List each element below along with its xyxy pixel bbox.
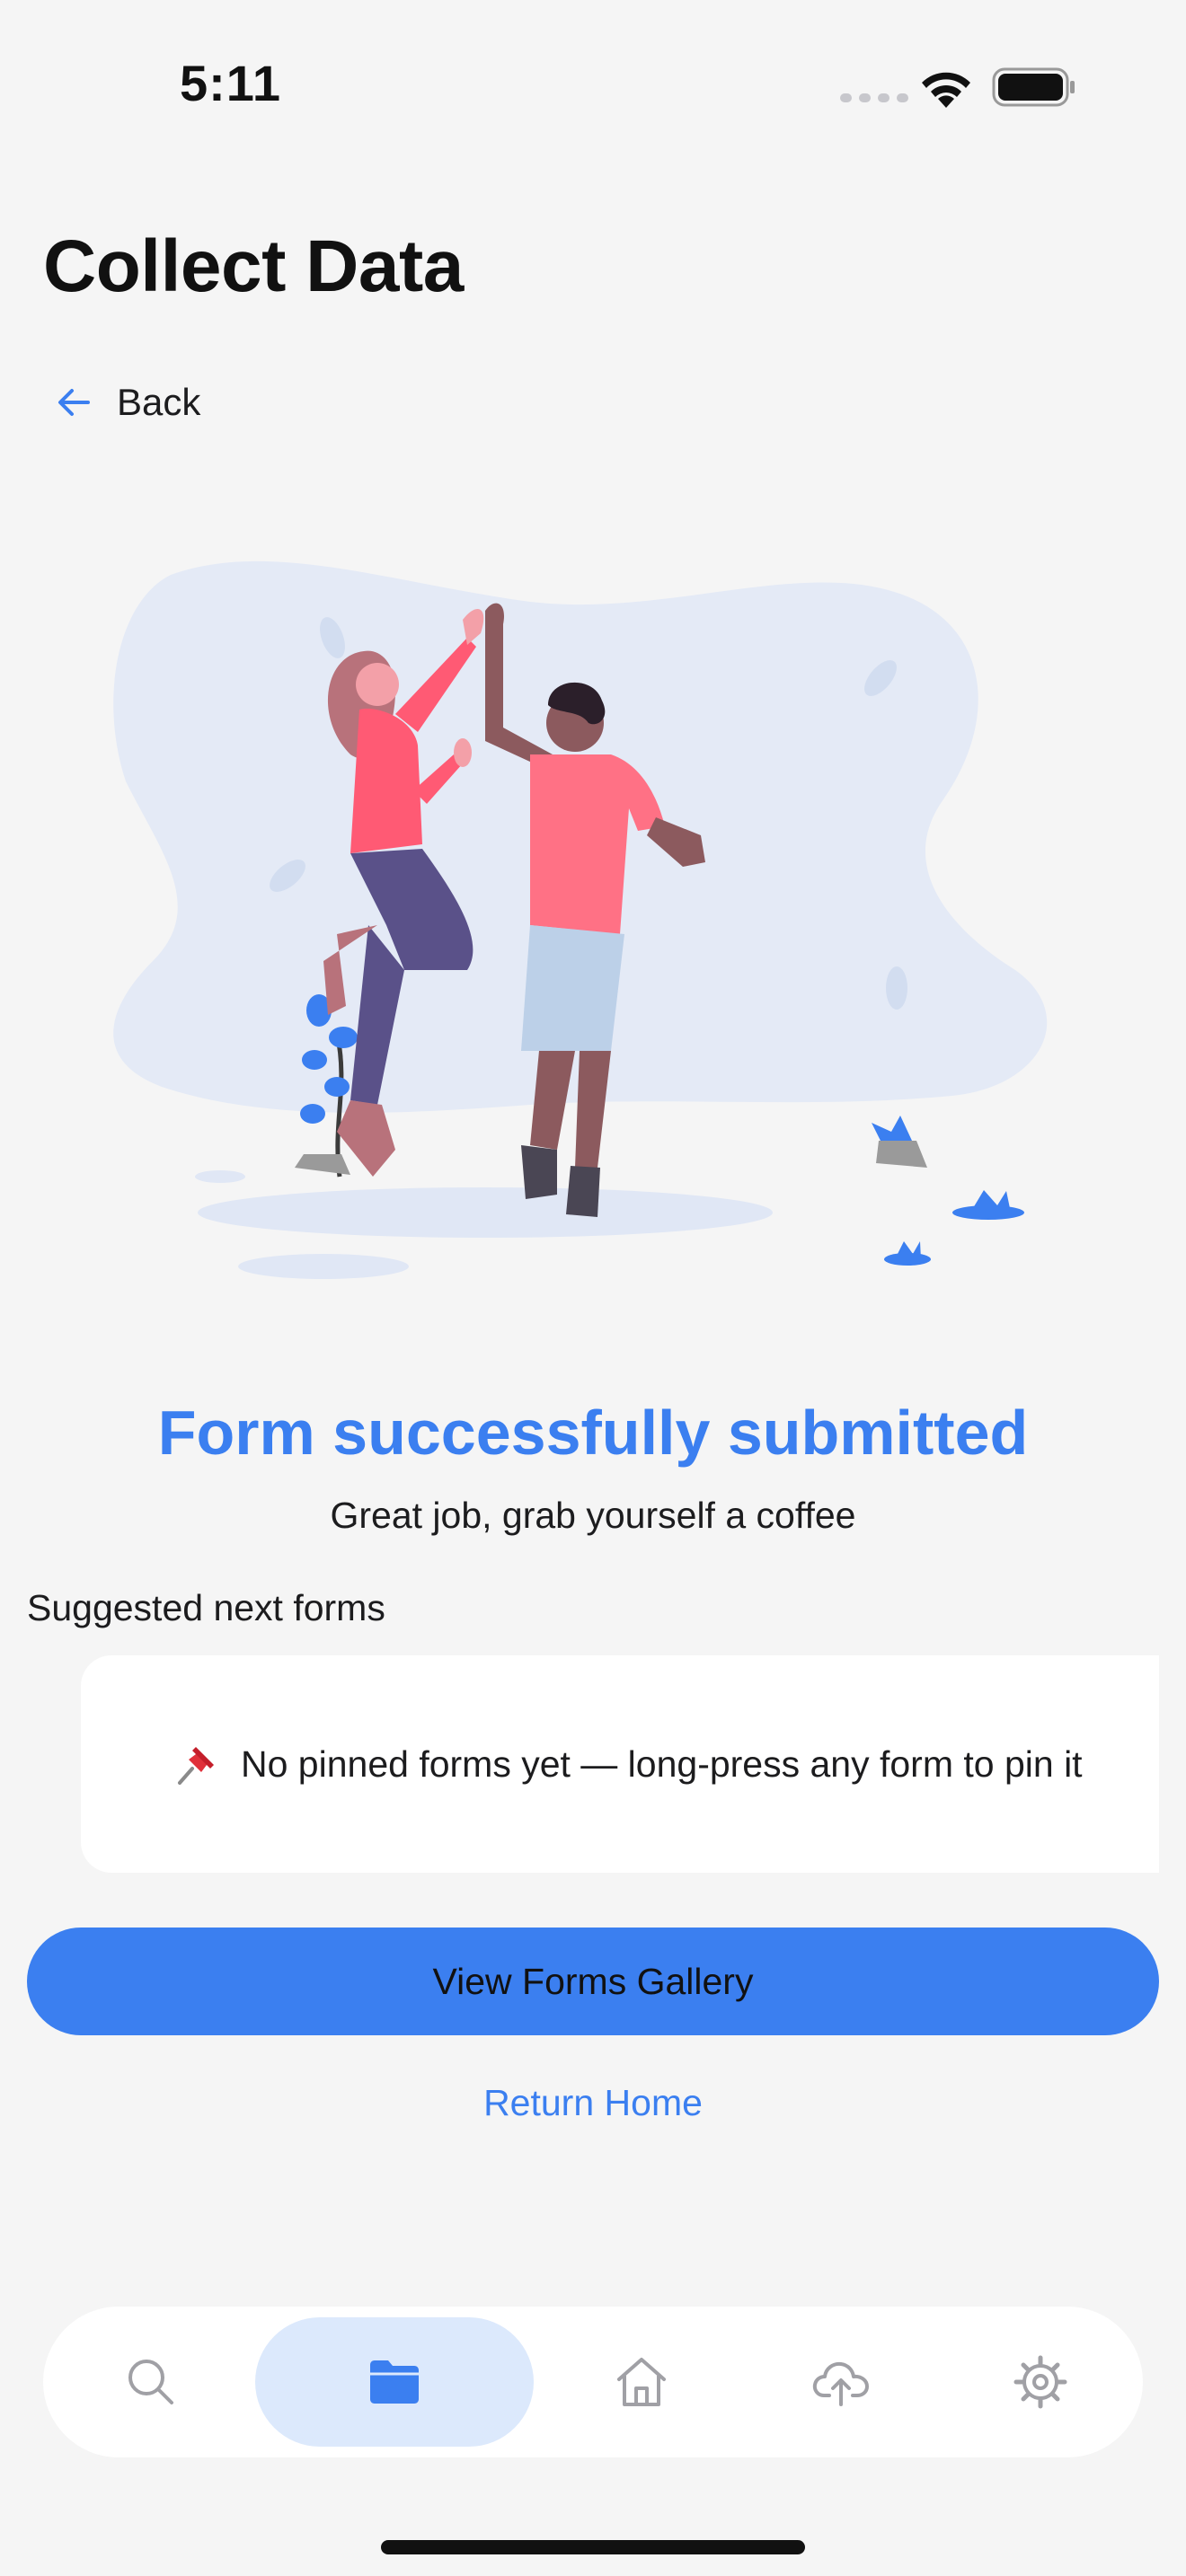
return-home-link[interactable]: Return Home (0, 2082, 1186, 2124)
pinned-forms-card[interactable]: No pinned forms yet — long-press any for… (81, 1655, 1159, 1873)
tab-settings[interactable] (951, 2317, 1130, 2447)
search-icon (128, 2360, 173, 2404)
status-bar: 5:11 (0, 0, 1186, 171)
home-indicator (381, 2540, 805, 2554)
tab-forms[interactable] (255, 2317, 534, 2447)
gear-icon (1013, 2355, 1067, 2409)
success-subtitle: Great job, grab yourself a coffee (330, 1495, 856, 1536)
back-label: Back (117, 381, 201, 423)
status-time: 5:11 (180, 55, 281, 111)
view-forms-gallery-button[interactable]: View Forms Gallery (27, 1928, 1159, 2035)
cellular-signal-icon (840, 93, 908, 102)
tab-bar (43, 2307, 1143, 2457)
tab-home[interactable] (552, 2317, 731, 2447)
high-five-illustration (113, 560, 1048, 1279)
arrow-left-icon (58, 389, 90, 416)
home-icon (617, 2358, 666, 2406)
back-button[interactable]: Back (54, 373, 200, 432)
page-title: Collect Data (43, 225, 464, 307)
wifi-icon (922, 72, 970, 108)
pinned-forms-empty-message: No pinned forms yet — long-press any for… (241, 1743, 1083, 1785)
folder-icon (370, 2360, 419, 2404)
success-title: Form successfully submitted (157, 1398, 1029, 1468)
cloud-upload-icon (812, 2361, 869, 2406)
pushpin-icon (178, 1747, 214, 1785)
tab-upload[interactable] (751, 2317, 931, 2447)
battery-icon (992, 67, 1075, 107)
suggested-forms-label: Suggested next forms (27, 1587, 385, 1628)
tab-search[interactable] (61, 2317, 241, 2447)
